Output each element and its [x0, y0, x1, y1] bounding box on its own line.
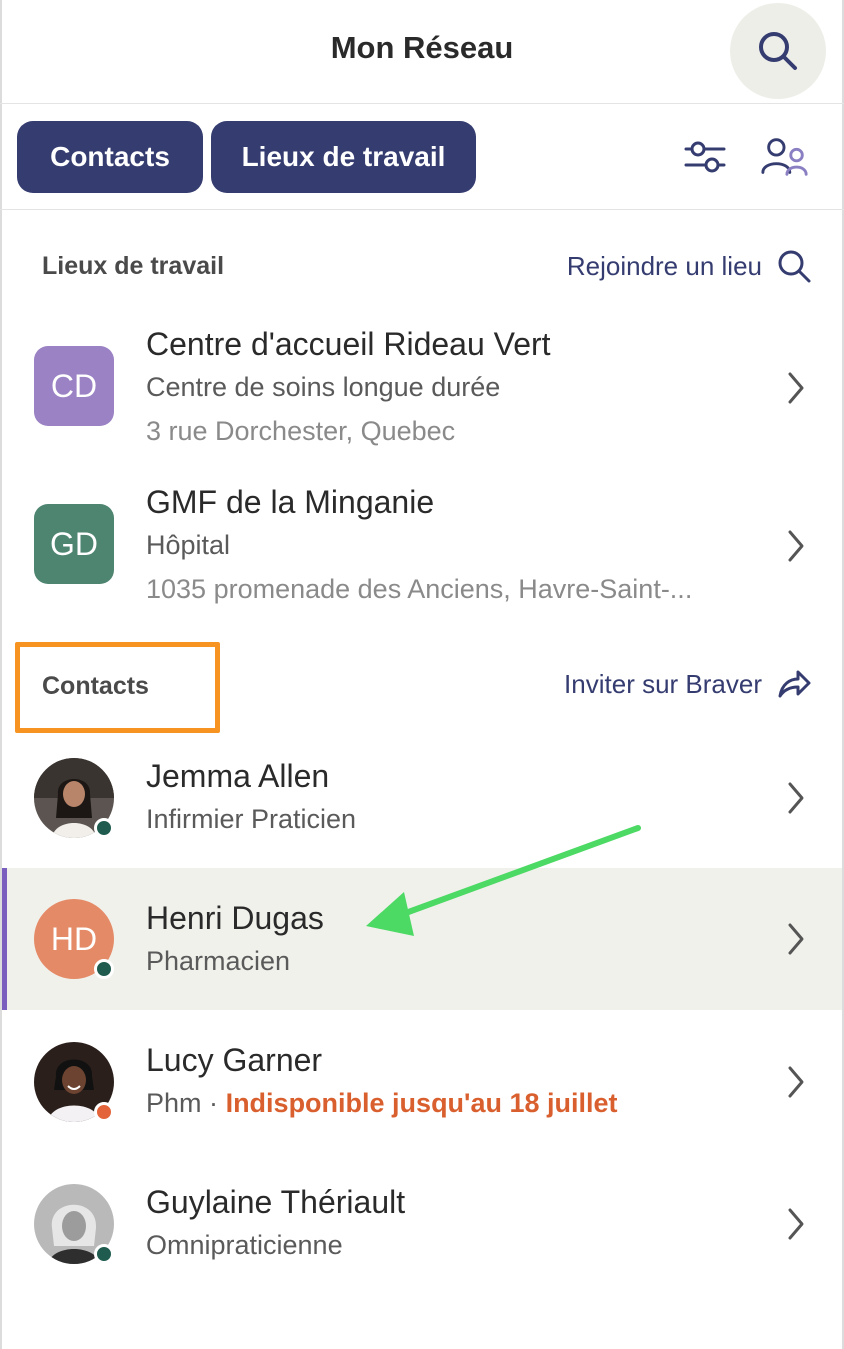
tabs-bar: Contacts Lieux de travail: [0, 104, 844, 210]
contact-initials: HD: [50, 920, 98, 957]
contact-row-selected[interactable]: HD Henri Dugas Pharmacien: [2, 868, 842, 1010]
separator: ·: [209, 1088, 219, 1118]
workplace-avatar: GD: [34, 504, 114, 584]
contact-name: Lucy Garner: [146, 1042, 323, 1078]
app-header: Mon Réseau: [0, 0, 844, 104]
workplace-name: Centre d'accueil Rideau Vert: [146, 326, 551, 362]
join-workplace-label: Rejoindre un lieu: [566, 250, 762, 281]
workplace-initials: GD: [50, 525, 98, 562]
filter-button[interactable]: [680, 132, 730, 182]
workplace-address: 1035 promenade des Anciens, Havre-Saint-…: [146, 574, 693, 604]
annotation-highlight-box: [15, 642, 220, 733]
workplaces-section-header: Lieux de travail Rejoindre un lieu: [0, 238, 844, 298]
contact-name: Henri Dugas: [146, 900, 324, 936]
workplace-type: Centre de soins longue durée: [146, 372, 501, 402]
workplace-initials: CD: [50, 367, 98, 404]
contact-row[interactable]: Lucy Garner Phm · Indisponible jusqu'au …: [2, 1012, 842, 1152]
avatar: [34, 1042, 114, 1122]
workplace-row[interactable]: CD Centre d'accueil Rideau Vert Centre d…: [2, 316, 842, 466]
status-online-indicator: [94, 818, 114, 838]
join-workplace-link[interactable]: Rejoindre un lieu: [567, 248, 812, 284]
workplaces-section-title: Lieux de travail: [42, 252, 225, 280]
contact-row[interactable]: Guylaine Thériault Omnipraticienne: [2, 1154, 842, 1294]
status-online-indicator: [94, 1244, 114, 1264]
chevron-right-icon: [788, 1208, 804, 1240]
status-online-indicator: [94, 959, 114, 979]
search-icon: [759, 32, 797, 70]
chevron-right-icon: [788, 530, 804, 562]
invite-label: Inviter sur Braver: [564, 668, 762, 699]
people-button[interactable]: [760, 132, 810, 182]
contact-role: Omnipraticienne: [146, 1230, 343, 1260]
avatar: HD: [34, 899, 114, 979]
workplace-type: Hôpital: [146, 530, 231, 560]
avatar: [34, 758, 114, 838]
filter-sliders-icon: [684, 141, 726, 173]
chevron-right-icon: [788, 782, 804, 814]
contact-name: Guylaine Thériault: [146, 1184, 406, 1220]
chevron-right-icon: [788, 923, 804, 955]
search-icon: [778, 250, 811, 283]
contact-row[interactable]: Jemma Allen Infirmier Praticien: [2, 736, 842, 866]
workplace-name: GMF de la Minganie: [146, 484, 435, 520]
share-icon: [778, 670, 811, 698]
contact-role-line: Phm · Indisponible jusqu'au 18 juillet: [146, 1088, 618, 1119]
status-away-indicator: [94, 1102, 114, 1122]
contact-role: Pharmacien: [146, 946, 291, 976]
contact-name: Jemma Allen: [146, 758, 330, 794]
tab-workplaces[interactable]: Lieux de travail: [211, 121, 476, 193]
avatar: [34, 1184, 114, 1264]
chevron-right-icon: [788, 372, 804, 404]
chevron-right-icon: [788, 1066, 804, 1098]
search-button[interactable]: [730, 3, 826, 99]
tab-contacts[interactable]: Contacts: [17, 121, 203, 193]
page-title: Mon Réseau: [330, 30, 514, 65]
workplace-address: 3 rue Dorchester, Quebec: [146, 416, 456, 446]
workplace-row[interactable]: GD GMF de la Minganie Hôpital 1035 prome…: [2, 474, 842, 624]
contact-role: Infirmier Praticien: [146, 804, 357, 834]
workplace-avatar: CD: [34, 346, 114, 426]
unavailability-status: Indisponible jusqu'au 18 juillet: [225, 1088, 618, 1118]
invite-link[interactable]: Inviter sur Braver: [564, 668, 812, 700]
people-icon: [761, 138, 808, 176]
contact-role: Phm: [146, 1088, 202, 1118]
